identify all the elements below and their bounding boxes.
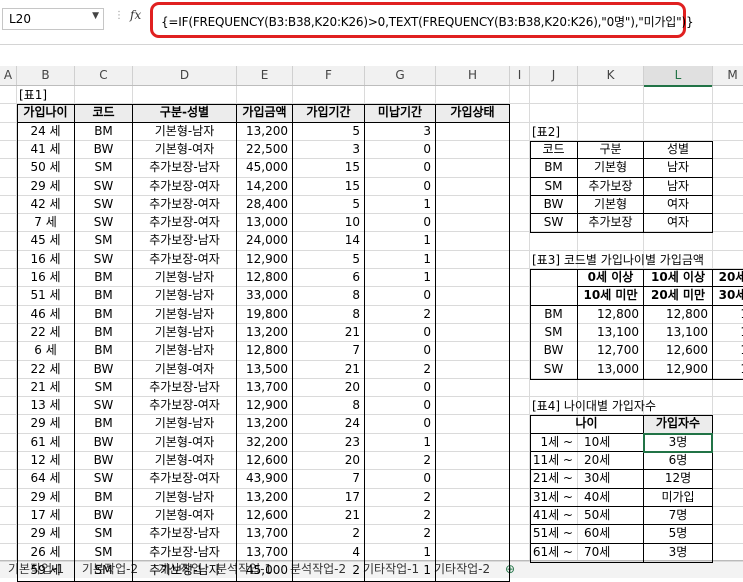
table4-divider <box>530 488 713 489</box>
column-header-j[interactable]: J <box>530 66 578 85</box>
table4-divider <box>530 469 713 470</box>
column-header-g[interactable]: G <box>365 66 436 85</box>
column-header-f[interactable]: F <box>293 66 365 85</box>
column-header-h[interactable]: H <box>436 66 510 85</box>
column-header-l[interactable]: L <box>644 66 713 87</box>
table2-border <box>530 140 713 234</box>
active-cell-highlight[interactable] <box>643 433 713 453</box>
column-header-e[interactable]: E <box>237 66 293 85</box>
table1-divider <box>132 104 133 582</box>
table2-divider <box>530 158 713 159</box>
table1-divider <box>292 104 293 582</box>
table4-title: [표4] 나이대별 가입자수 <box>532 399 656 414</box>
column-header-i[interactable]: I <box>510 66 530 85</box>
table1-border <box>17 104 510 582</box>
table3-divider <box>530 305 743 306</box>
column-headers: ABCDEFGHIJKLM <box>0 66 743 87</box>
table2-title: [표2] <box>532 124 561 139</box>
table2-divider <box>530 177 713 178</box>
cell-reference: L20 <box>9 12 31 26</box>
column-header-b[interactable]: B <box>17 66 75 85</box>
table2-divider <box>530 213 713 214</box>
column-header-c[interactable]: C <box>75 66 133 85</box>
table1-divider <box>435 104 436 582</box>
formula-input[interactable]: {=IF(FREQUENCY(B3:B38,K20:K26)>0,TEXT(FR… <box>150 2 694 38</box>
table2-divider <box>643 140 644 234</box>
table1-divider <box>17 122 510 123</box>
table2-divider <box>577 140 578 234</box>
column-header-d[interactable]: D <box>133 66 237 85</box>
table4-divider <box>530 543 713 544</box>
table1-title: [표1] <box>19 88 48 102</box>
column-header-k[interactable]: K <box>578 66 644 85</box>
chevron-down-icon[interactable]: ▼ <box>92 11 99 21</box>
table4-divider <box>530 524 713 525</box>
table3-divider <box>578 286 743 287</box>
formula-bar: L20 ▼ ⋮ fx {=IF(FREQUENCY(B3:B38,K20:K26… <box>0 0 743 45</box>
table1-divider <box>364 104 365 582</box>
table2-divider <box>530 195 713 196</box>
drag-handle-icon[interactable]: ⋮ <box>114 10 124 28</box>
table1-divider <box>74 104 75 582</box>
table3-title: [표3] 코드별 가입나이별 가입금액 <box>532 252 704 267</box>
insert-function-icon[interactable]: fx <box>130 8 150 28</box>
name-box[interactable]: L20 ▼ <box>2 8 104 30</box>
column-header-m[interactable]: M <box>713 66 743 85</box>
table1-divider <box>236 104 237 582</box>
table4-divider <box>530 506 713 507</box>
column-header-a[interactable]: A <box>0 66 17 85</box>
formula-text: {=IF(FREQUENCY(B3:B38,K20:K26)>0,TEXT(FR… <box>161 15 694 29</box>
